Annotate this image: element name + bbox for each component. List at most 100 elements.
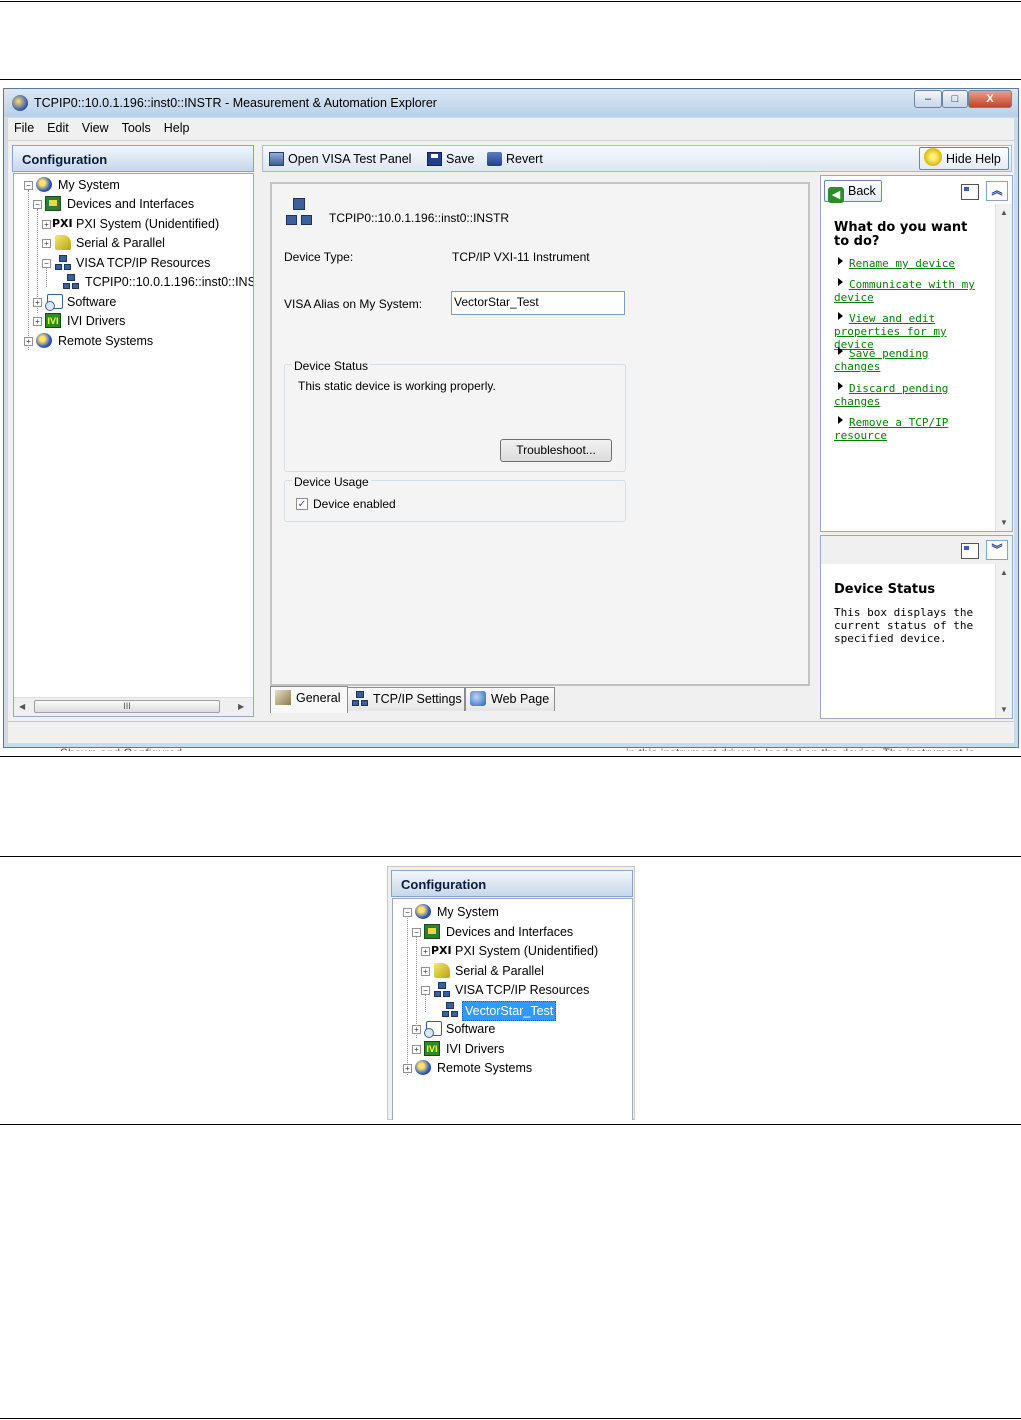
revert-button[interactable]: Revert (487, 150, 543, 168)
open-visa-label: Open VISA Test Panel (288, 152, 412, 166)
scroll-up-arrow-icon[interactable]: ▲ (1000, 568, 1008, 577)
help-vscroll[interactable]: ▲ ▼ (995, 204, 1012, 531)
ivi-icon: IVI (45, 313, 61, 328)
device-type-value: TCP/IP VXI-11 Instrument (452, 250, 590, 264)
serial-icon (434, 963, 450, 978)
hide-help-button[interactable]: Hide Help (919, 147, 1009, 170)
title-bar[interactable]: TCPIP0::10.0.1.196::inst0::INSTR - Measu… (4, 89, 1018, 117)
config-tree-hscroll[interactable]: ◀ III ▶ (14, 697, 253, 716)
revert-icon (487, 152, 502, 166)
expand-icon[interactable]: + (42, 239, 51, 248)
expand-icon[interactable]: + (412, 1025, 421, 1034)
general-tab-icon (275, 690, 291, 705)
collapse-down-icon[interactable]: ︾ (986, 540, 1008, 560)
collapse-icon[interactable]: − (42, 259, 51, 268)
tree-item-label: TCPIP0::10.0.1.196::inst0::INST (85, 275, 254, 289)
save-button[interactable]: Save (427, 150, 475, 168)
expand-icon[interactable]: + (421, 947, 430, 956)
config-tree: − My System − Devices and Interfaces + P… (392, 898, 633, 1120)
collapse-icon[interactable]: − (412, 928, 421, 937)
menu-edit[interactable]: Edit (41, 118, 76, 135)
scroll-left-arrow-icon[interactable]: ◀ (19, 702, 25, 711)
help-layout-icon[interactable] (961, 184, 979, 200)
collapse-icon[interactable]: − (403, 908, 412, 917)
globe-icon (415, 1060, 431, 1075)
help-link-rename[interactable]: Rename my device (849, 257, 979, 270)
max-app-icon (12, 95, 28, 111)
tree-item-label: PXI System (Unidentified) (455, 944, 599, 958)
expand-icon[interactable]: + (24, 337, 33, 346)
help-link-communicate[interactable]: Communicate with my device (834, 278, 979, 304)
bullet-icon (838, 257, 843, 265)
scroll-up-arrow-icon[interactable]: ▲ (1000, 208, 1008, 217)
network-icon (434, 982, 450, 997)
tab-tcpip-label: TCP/IP Settings (373, 692, 462, 706)
tab-web-page-label: Web Page (491, 692, 550, 706)
scroll-down-arrow-icon[interactable]: ▼ (1000, 518, 1008, 527)
devices-icon (45, 196, 61, 211)
expand-icon[interactable]: + (42, 220, 51, 229)
minimize-button[interactable]: – (914, 90, 942, 108)
status-help-header (821, 536, 1012, 564)
help-back-button[interactable]: ◀ Back (824, 180, 882, 203)
tree-item-label: My System (58, 178, 120, 192)
expand-icon[interactable]: + (412, 1045, 421, 1054)
page-rule-1 (0, 79, 1021, 80)
tree-item-label-selected: VectorStar_Test (462, 1001, 557, 1021)
tree-guide-line (416, 934, 417, 1038)
visa-alias-input[interactable]: VectorStar_Test (451, 291, 625, 315)
device-type-label: Device Type: (284, 250, 354, 264)
tree-item-label: Devices and Interfaces (67, 197, 195, 211)
toolbar: Open VISA Test Panel Save Revert Hide He… (262, 145, 1012, 172)
hide-help-label: Hide Help (946, 152, 1001, 166)
tab-general[interactable]: General (270, 686, 348, 713)
help-link-discard[interactable]: Discard pending changes (834, 382, 959, 408)
ivi-icon: IVI (424, 1041, 440, 1056)
tab-web-page[interactable]: Web Page (465, 687, 555, 711)
device-usage-group-label: Device Usage (292, 475, 371, 489)
pxi-icon: PXI (52, 217, 73, 230)
help-link-save[interactable]: Save pending changes (834, 347, 959, 373)
collapse-up-icon[interactable]: ︽ (986, 181, 1008, 201)
help-icon (924, 148, 942, 166)
config-tree: − My System − Devices and Interfaces + P… (13, 173, 254, 717)
menu-view[interactable]: View (76, 118, 116, 135)
menu-file[interactable]: File (8, 118, 41, 135)
config-pane-header: Configuration (391, 870, 633, 897)
status-layout-icon[interactable] (961, 543, 979, 559)
collapse-icon[interactable]: − (33, 200, 42, 209)
expand-icon[interactable]: + (403, 1064, 412, 1073)
open-visa-test-panel-button[interactable]: Open VISA Test Panel (269, 150, 411, 168)
close-button[interactable]: X (968, 90, 1012, 108)
save-icon (427, 152, 442, 166)
help-link-remove[interactable]: Remove a TCP/IP resource (834, 416, 969, 442)
status-help-vscroll[interactable]: ▲ ▼ (995, 564, 1012, 718)
collapse-icon[interactable]: − (421, 986, 430, 995)
expand-icon[interactable]: + (33, 317, 42, 326)
maximize-button[interactable]: □ (942, 90, 968, 108)
collapse-icon[interactable]: − (24, 181, 33, 190)
scroll-down-arrow-icon[interactable]: ▼ (1000, 705, 1008, 714)
expand-icon[interactable]: + (421, 967, 430, 976)
page-rule-3 (0, 856, 1021, 857)
menu-tools[interactable]: Tools (116, 118, 158, 135)
web-page-tab-icon (470, 691, 486, 706)
tree-item-label: Serial & Parallel (455, 964, 544, 978)
tree-guide-line (28, 190, 29, 350)
background-text-left: Shown and Configured (60, 742, 182, 751)
scroll-right-arrow-icon[interactable]: ▶ (238, 702, 244, 711)
tree-item-label: My System (437, 905, 499, 919)
device-enabled-checkbox[interactable]: ✓ (296, 498, 308, 510)
tab-tcpip-settings[interactable]: TCP/IP Settings (347, 687, 465, 711)
tree-item-label: Remote Systems (58, 334, 154, 348)
menu-bar: File Edit View Tools Help (8, 118, 1014, 141)
status-help-title: Device Status (834, 582, 936, 597)
expand-icon[interactable]: + (33, 298, 42, 307)
help-link-properties[interactable]: View and edit properties for my device (834, 312, 989, 351)
devices-icon (424, 924, 440, 939)
scroll-thumb[interactable]: III (34, 700, 220, 713)
tree-item-label: VISA TCP/IP Resources (76, 256, 211, 270)
menu-help[interactable]: Help (158, 118, 197, 135)
tree-guide-line (46, 267, 47, 287)
troubleshoot-button[interactable]: Troubleshoot... (500, 439, 612, 462)
